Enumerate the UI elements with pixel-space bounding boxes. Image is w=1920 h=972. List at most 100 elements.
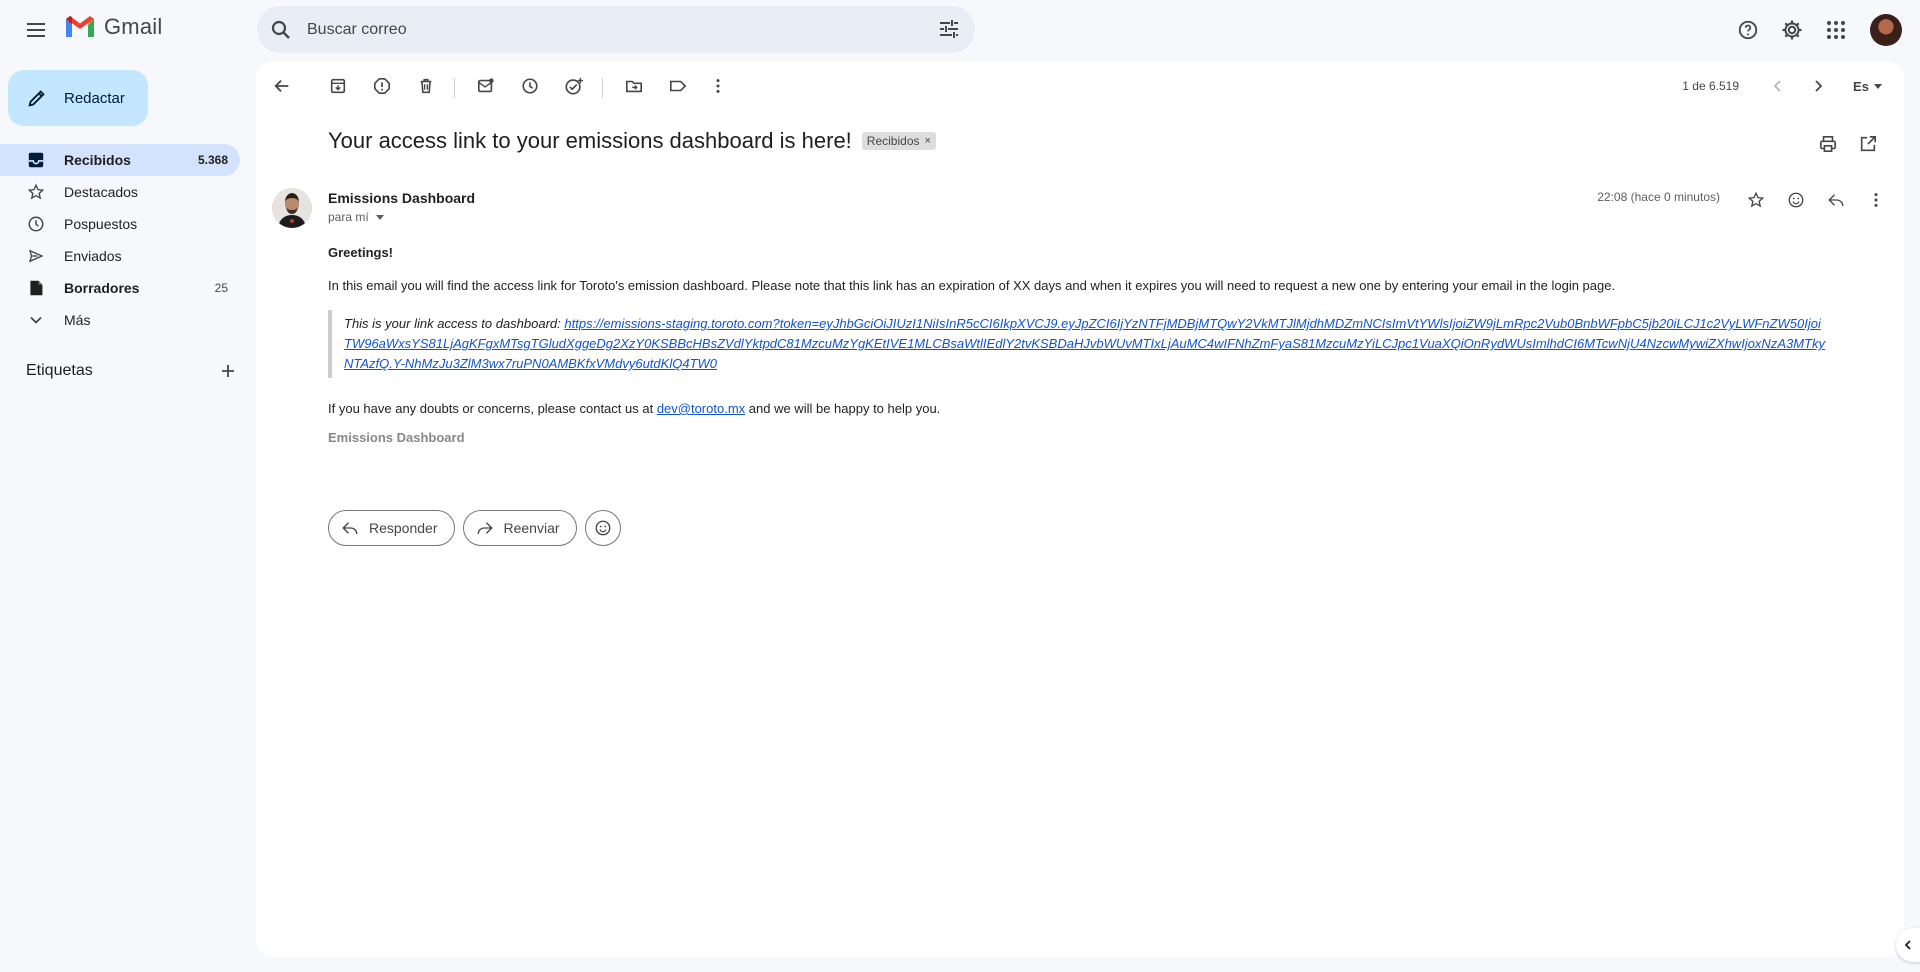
- label-chip-text: Recibidos: [866, 134, 920, 148]
- recipient-details[interactable]: para mí: [328, 210, 385, 224]
- star-button[interactable]: [1740, 184, 1772, 216]
- emoji-icon: [595, 520, 610, 536]
- label-chip[interactable]: Recibidos ×: [861, 132, 936, 150]
- support-button[interactable]: [1728, 10, 1768, 50]
- archive-icon: [330, 78, 346, 94]
- add-reaction-button[interactable]: [1780, 184, 1812, 216]
- caret-down-icon: [1873, 84, 1882, 89]
- message-actions: [1732, 184, 1892, 216]
- subject-actions: [1804, 128, 1884, 160]
- contact-prefix: If you have any doubts or concerns, plea…: [328, 401, 657, 416]
- search-options-icon[interactable]: [937, 17, 961, 41]
- reply-actions: Responder Reenviar: [328, 510, 621, 546]
- reaction-pill-button[interactable]: [584, 510, 621, 546]
- sidebar-item-enviados[interactable]: Enviados: [0, 240, 240, 272]
- greeting: Greetings!: [328, 245, 394, 260]
- reply-pill-button[interactable]: Responder: [328, 510, 455, 546]
- pencil-icon: [28, 90, 45, 107]
- sidebar-item-label: Destacados: [64, 184, 138, 200]
- more-vert-icon: [1874, 193, 1878, 207]
- sidebar-item-recibidos[interactable]: Recibidos 5.368: [0, 144, 240, 176]
- email-timestamp: 22:08 (hace 0 minutos): [1597, 190, 1720, 204]
- folder-move-icon: [625, 80, 643, 93]
- print-button[interactable]: [1812, 128, 1844, 160]
- sidebar-item-label: Pospuestos: [64, 216, 138, 232]
- reply-label: Responder: [369, 520, 438, 536]
- body-paragraph: In this email you will find the access l…: [328, 278, 1616, 293]
- snooze-button[interactable]: [514, 70, 546, 102]
- sender-name[interactable]: Emissions Dashboard: [328, 190, 475, 206]
- input-tools-button[interactable]: Es: [1846, 70, 1890, 102]
- pagination-count: 1 de 6.519: [1682, 79, 1739, 93]
- mark-unread-button[interactable]: [470, 70, 502, 102]
- gmail-m-icon: [66, 16, 94, 37]
- subject-row: Your access link to your emissions dashb…: [328, 128, 936, 154]
- search-input[interactable]: [307, 20, 907, 39]
- delete-button[interactable]: [410, 70, 442, 102]
- forward-icon: [477, 522, 493, 535]
- archive-button[interactable]: [322, 70, 354, 102]
- search-bar[interactable]: [257, 6, 975, 53]
- draft-icon: [26, 278, 46, 298]
- sidebar-item-label: Borradores: [64, 280, 140, 296]
- open-new-window-button[interactable]: [1852, 128, 1884, 160]
- spam-icon: [373, 77, 391, 95]
- side-panel-toggle[interactable]: [1896, 928, 1920, 962]
- settings-button[interactable]: [1772, 10, 1812, 50]
- sender-avatar[interactable]: [272, 188, 312, 228]
- add-label-icon[interactable]: [220, 363, 236, 379]
- mail-unread-icon: [477, 78, 494, 93]
- labels-button[interactable]: [662, 70, 694, 102]
- signature: Emissions Dashboard: [328, 430, 465, 445]
- input-language: Es: [1853, 78, 1869, 94]
- message-panel: 1 de 6.519 Es Your access link to your e…: [256, 62, 1904, 957]
- search-icon[interactable]: [269, 18, 293, 42]
- gmail-logo[interactable]: Gmail: [64, 14, 162, 40]
- print-icon: [1819, 135, 1837, 153]
- older-button[interactable]: [1802, 70, 1834, 102]
- remove-label-icon[interactable]: ×: [925, 135, 931, 147]
- reply-icon: [342, 522, 358, 535]
- folder-list: Recibidos 5.368 Destacados Pospuestos En…: [0, 144, 240, 336]
- more-options-button[interactable]: [702, 70, 734, 102]
- sender-row: Emissions Dashboard para mí 22:08 (hace …: [272, 184, 1892, 232]
- chevron-left-icon: [1904, 940, 1911, 950]
- apps-button[interactable]: [1816, 10, 1856, 50]
- message-toolbar: 1 de 6.519 Es: [256, 62, 1904, 110]
- star-icon: [1747, 191, 1765, 208]
- sidebar-item-mas[interactable]: Más: [0, 304, 240, 336]
- sidebar-item-borradores[interactable]: Borradores 25: [0, 272, 240, 304]
- toolbar-divider: [454, 78, 455, 98]
- open-in-new-icon: [1860, 135, 1877, 152]
- gear-icon: [1782, 20, 1802, 40]
- forward-label: Reenviar: [503, 520, 560, 536]
- contact-email-link[interactable]: dev@toroto.mx: [657, 401, 745, 416]
- back-button[interactable]: [266, 70, 298, 102]
- link-prefix: This is your link access to dashboard:: [344, 316, 565, 331]
- account-avatar[interactable]: [1870, 14, 1902, 46]
- report-spam-button[interactable]: [366, 70, 398, 102]
- dashboard-access-link[interactable]: https://emissions-staging.toroto.com?tok…: [344, 316, 1825, 371]
- move-to-button[interactable]: [618, 70, 650, 102]
- sidebar-item-destacados[interactable]: Destacados: [0, 176, 240, 208]
- compose-button[interactable]: Redactar: [8, 70, 148, 126]
- caret-down-icon: [375, 215, 384, 220]
- more-vert-icon: [716, 79, 720, 93]
- labels-section-header: Etiquetas: [26, 362, 236, 380]
- message-more-button[interactable]: [1860, 184, 1892, 216]
- chevron-left-icon: [1773, 80, 1781, 92]
- link-quote: This is your link access to dashboard: h…: [328, 310, 1828, 378]
- newer-button[interactable]: [1762, 70, 1794, 102]
- sidebar-item-label: Enviados: [64, 248, 122, 264]
- forward-pill-button[interactable]: Reenviar: [462, 510, 577, 546]
- draft-count: 25: [214, 281, 228, 295]
- top-right-actions: [1728, 10, 1920, 50]
- top-bar: Gmail: [0, 0, 1920, 60]
- contact-paragraph: If you have any doubts or concerns, plea…: [328, 400, 1828, 418]
- add-to-tasks-button[interactable]: [558, 70, 590, 102]
- reply-button[interactable]: [1820, 184, 1852, 216]
- sidebar-item-pospuestos[interactable]: Pospuestos: [0, 208, 240, 240]
- main-menu-button[interactable]: [18, 12, 54, 48]
- email-subject: Your access link to your emissions dashb…: [328, 128, 852, 153]
- clock-icon: [26, 214, 46, 234]
